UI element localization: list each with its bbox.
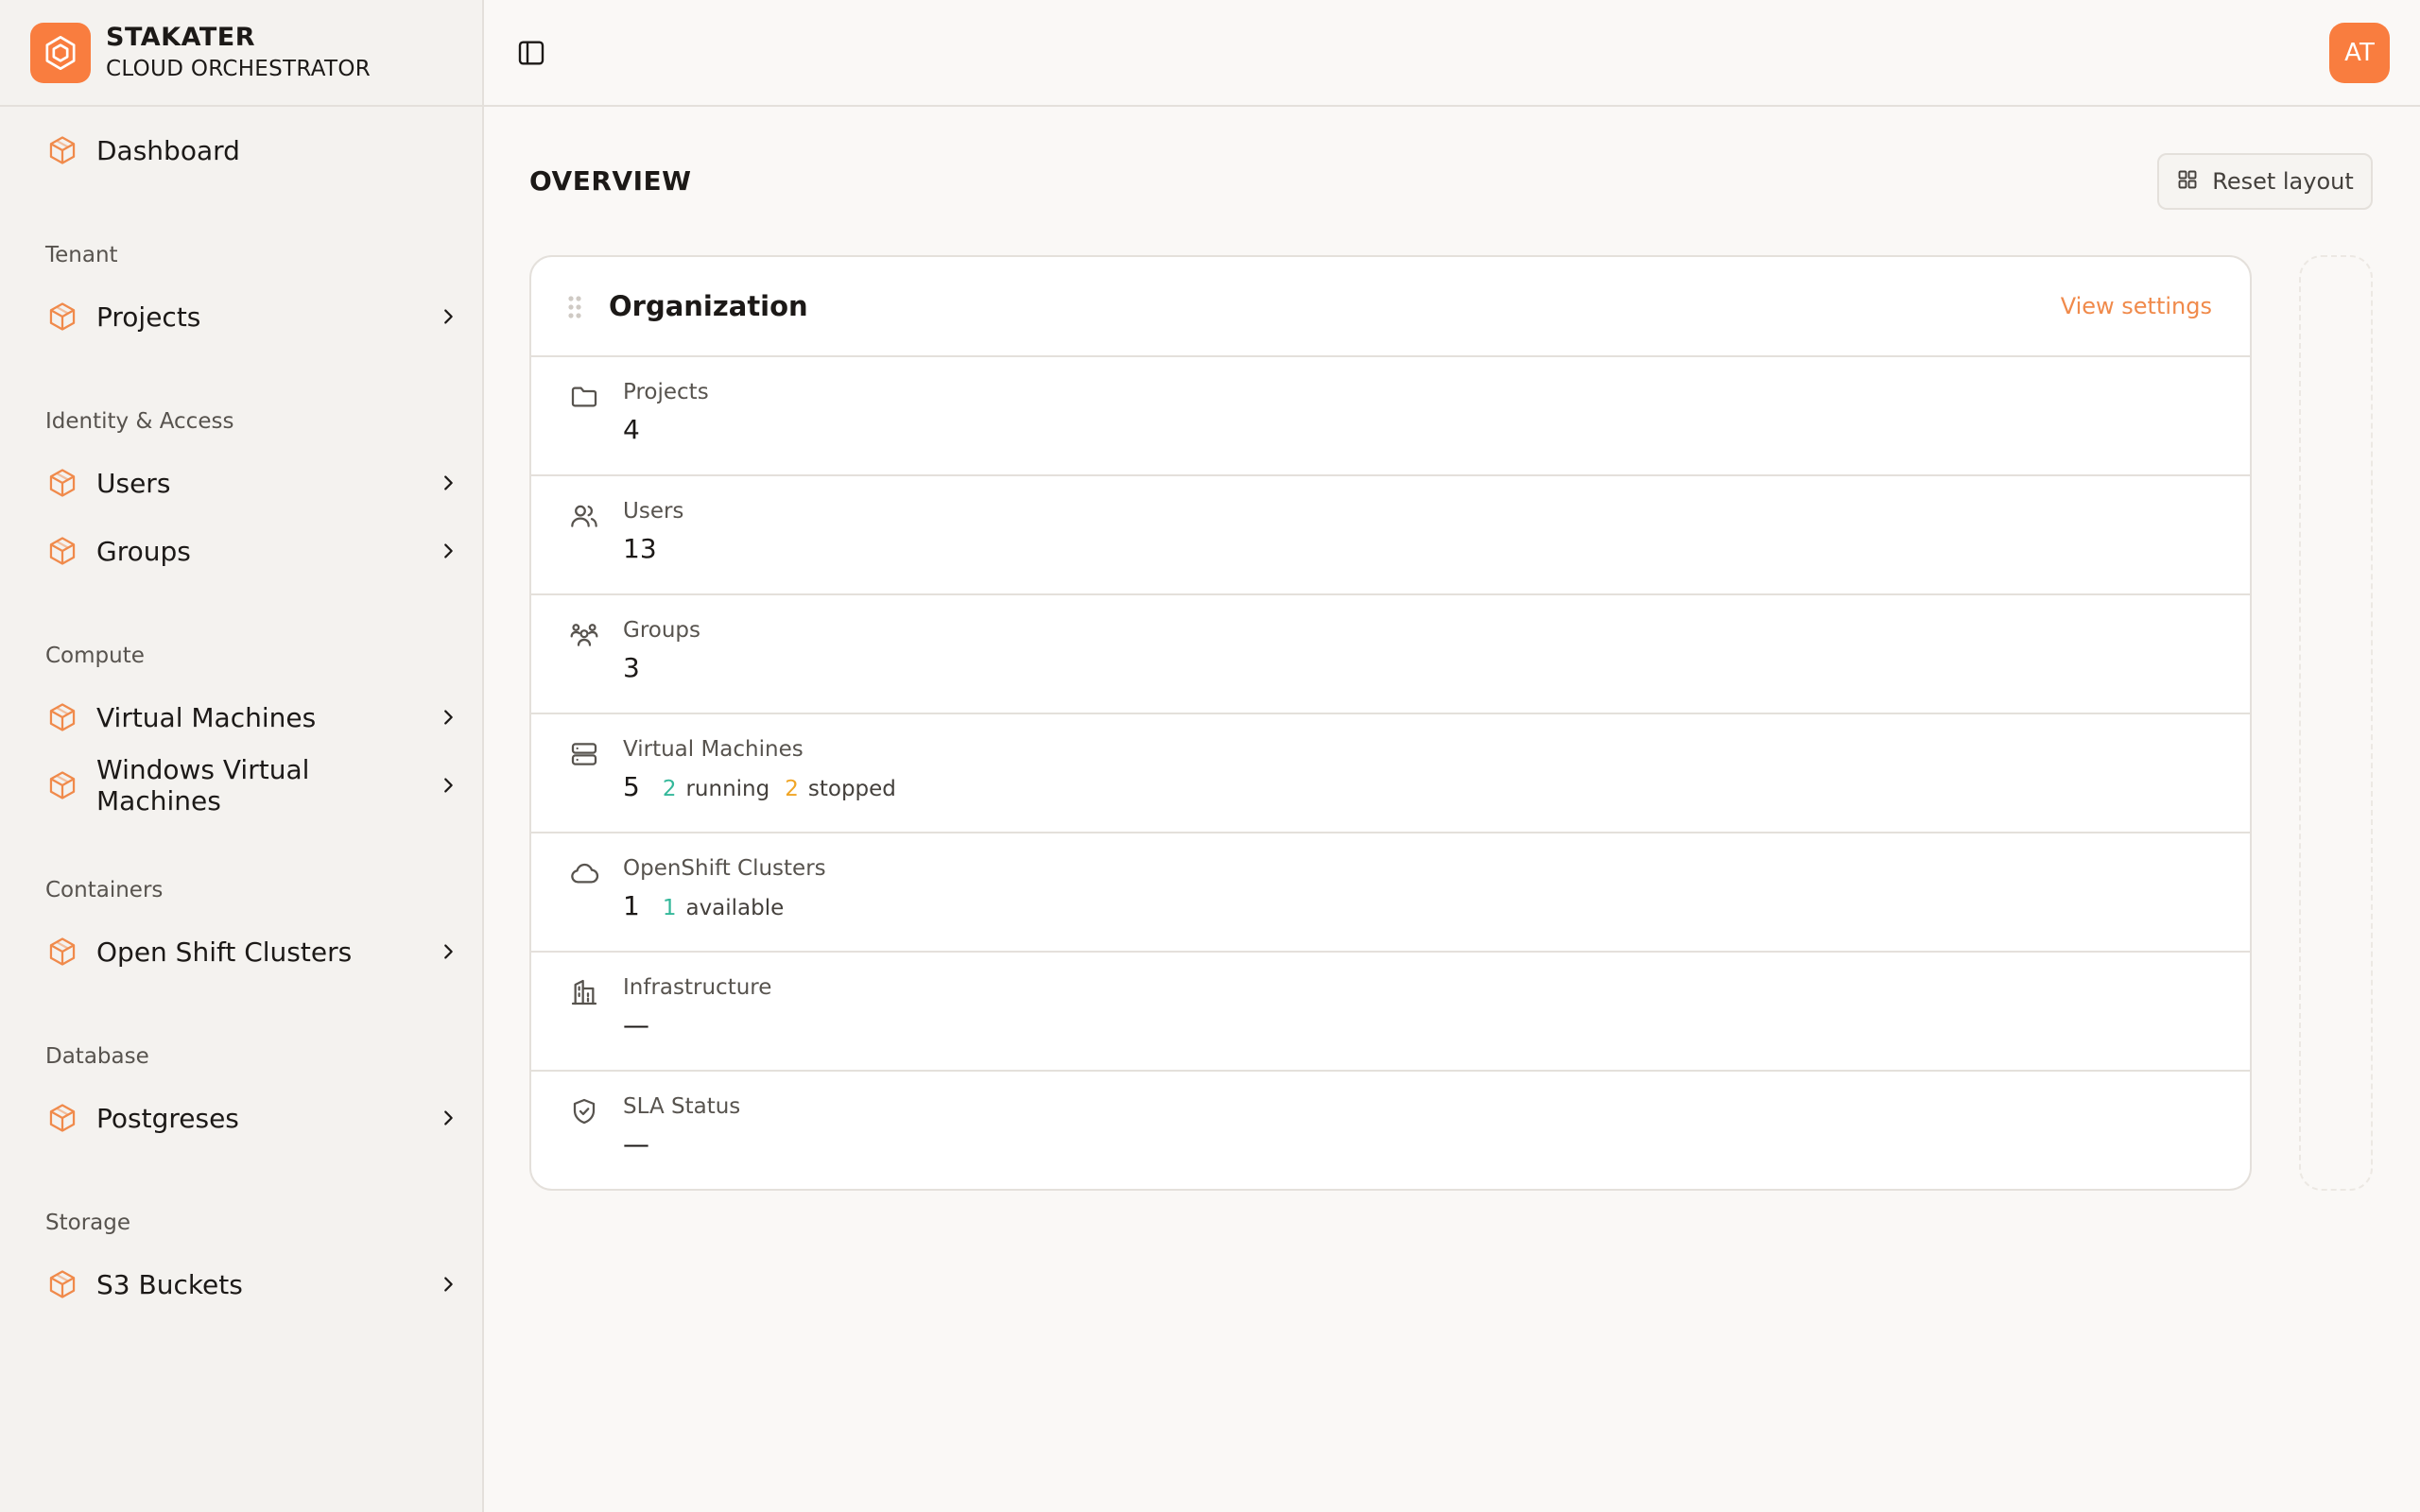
sidebar-item-label: Open Shift Clusters — [96, 936, 353, 968]
stat-value: — — [623, 1128, 649, 1160]
sidebar-item-postgreses[interactable]: Postgreses — [45, 1091, 461, 1144]
drag-handle-icon[interactable] — [567, 295, 582, 319]
stat-row-users: Users 13 — [531, 476, 2250, 595]
stat-row-openshift: OpenShift Clusters 1 1 available — [531, 833, 2250, 953]
grid-icon — [2176, 168, 2199, 195]
chevron-right-icon[interactable] — [435, 704, 461, 730]
sidebar-item-label: Users — [96, 467, 171, 499]
section-tenant: Tenant — [45, 243, 118, 267]
sidebar-item-dashboard[interactable]: Dashboard — [45, 124, 461, 177]
stat-value: 1 — [623, 890, 640, 921]
chevron-right-icon[interactable] — [435, 303, 461, 330]
topbar: AT — [484, 0, 2420, 107]
sidebar-item-virtual-machines[interactable]: Virtual Machines — [45, 691, 461, 744]
stat-value: 4 — [623, 414, 640, 445]
brand-subtitle: CLOUD ORCHESTRATOR — [106, 56, 372, 81]
available-count: 1 — [662, 896, 677, 920]
chevron-right-icon[interactable] — [435, 772, 461, 799]
stat-label: Projects — [623, 380, 709, 404]
sidebar-item-label: Projects — [96, 301, 201, 333]
running-label: running — [685, 777, 770, 801]
cube-icon — [45, 935, 79, 969]
brand-logo — [30, 22, 91, 83]
chevron-right-icon[interactable] — [435, 938, 461, 965]
cube-icon — [45, 534, 79, 568]
avatar[interactable]: AT — [2329, 23, 2390, 83]
sidebar-toggle-icon[interactable] — [514, 36, 548, 70]
brand: STAKATER CLOUD ORCHESTRATOR — [0, 0, 482, 107]
sidebar-item-groups[interactable]: Groups — [45, 524, 461, 577]
cube-icon — [45, 1267, 79, 1301]
view-settings-link[interactable]: View settings — [2061, 293, 2212, 319]
stat-label: SLA Status — [623, 1094, 741, 1119]
page-title: OVERVIEW — [529, 165, 692, 197]
section-identity: Identity & Access — [45, 409, 234, 434]
sidebar: STAKATER CLOUD ORCHESTRATOR Dashboard Te… — [0, 0, 484, 1512]
chevron-right-icon[interactable] — [435, 1271, 461, 1297]
chevron-right-icon[interactable] — [435, 538, 461, 564]
running-status: 2 running — [663, 777, 769, 801]
cube-icon — [45, 466, 79, 500]
running-count: 2 — [662, 777, 677, 801]
available-label: available — [685, 896, 785, 920]
stat-label: Virtual Machines — [623, 737, 804, 762]
section-storage: Storage — [45, 1211, 130, 1235]
stopped-label: stopped — [807, 777, 896, 801]
sidebar-item-projects[interactable]: Projects — [45, 290, 461, 343]
stat-value: 13 — [623, 533, 657, 564]
reset-layout-label: Reset layout — [2212, 168, 2354, 195]
card-header: Organization View settings — [531, 257, 2250, 357]
stat-row-sla: SLA Status — — [531, 1072, 2250, 1189]
server-icon — [569, 739, 599, 769]
chevron-right-icon[interactable] — [435, 1105, 461, 1131]
brand-name: STAKATER — [106, 22, 256, 52]
sidebar-item-openshift[interactable]: Open Shift Clusters — [45, 925, 461, 978]
cube-icon — [45, 768, 79, 802]
stat-value: — — [623, 1009, 649, 1040]
stat-value: 3 — [623, 652, 640, 683]
stat-row-projects: Projects 4 — [531, 357, 2250, 476]
users-icon — [569, 501, 599, 531]
sidebar-item-label: Virtual Machines — [96, 701, 317, 733]
available-status: 1 available — [663, 896, 784, 920]
section-database: Database — [45, 1044, 149, 1069]
stat-row-infrastructure: Infrastructure — — [531, 953, 2250, 1072]
stat-label: Groups — [623, 618, 701, 643]
stat-label: OpenShift Clusters — [623, 856, 826, 881]
stat-label: Users — [623, 499, 684, 524]
building-icon — [569, 977, 599, 1007]
sidebar-item-label: S3 Buckets — [96, 1268, 243, 1300]
stat-row-virtual-machines: Virtual Machines 5 2 running 2 stopped — [531, 714, 2250, 833]
reset-layout-button[interactable]: Reset layout — [2157, 153, 2373, 210]
shield-check-icon — [569, 1096, 599, 1126]
layout-drop-placeholder — [2299, 255, 2373, 1191]
cube-icon — [45, 700, 79, 734]
sidebar-item-label: Postgreses — [96, 1102, 239, 1134]
stat-label: Infrastructure — [623, 975, 772, 1000]
card-title: Organization — [609, 290, 808, 322]
stopped-count: 2 — [785, 777, 799, 801]
chevron-right-icon[interactable] — [435, 470, 461, 496]
cube-icon — [45, 300, 79, 334]
section-compute: Compute — [45, 644, 145, 668]
section-containers: Containers — [45, 878, 164, 902]
groups-icon — [569, 620, 599, 650]
stopped-status: 2 stopped — [785, 777, 896, 801]
cloud-icon — [569, 858, 599, 888]
sidebar-item-windows-vms[interactable]: Windows Virtual Machines — [45, 754, 461, 816]
sidebar-item-label: Dashboard — [96, 134, 240, 166]
folder-icon — [569, 382, 599, 412]
sidebar-item-users[interactable]: Users — [45, 456, 461, 509]
organization-card: Organization View settings Projects 4 Us… — [529, 255, 2252, 1191]
sidebar-item-s3-buckets[interactable]: S3 Buckets — [45, 1258, 461, 1311]
cube-icon — [45, 1101, 79, 1135]
stat-row-groups: Groups 3 — [531, 595, 2250, 714]
sidebar-item-label: Windows Virtual Machines — [96, 754, 310, 816]
cube-icon — [45, 133, 79, 167]
stat-value: 5 — [623, 771, 640, 802]
sidebar-item-label: Groups — [96, 535, 191, 567]
